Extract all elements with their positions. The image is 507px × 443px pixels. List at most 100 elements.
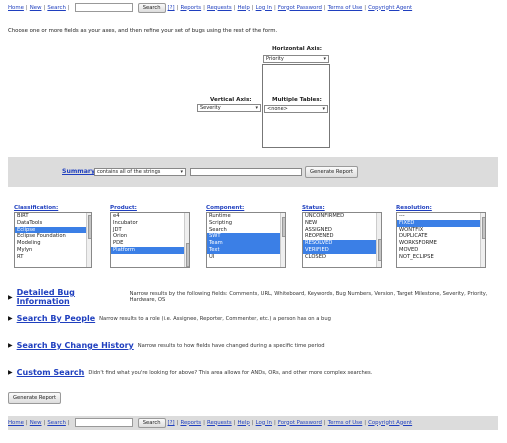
column-header-status[interactable]: Status: <box>302 205 325 211</box>
list-option[interactable]: JDT <box>111 227 186 234</box>
list-option[interactable]: WORKSFORME <box>397 240 482 247</box>
column-header-resolution[interactable]: Resolution: <box>396 205 432 211</box>
list-option[interactable]: Eclipse Foundation <box>15 233 88 240</box>
quick-search-input[interactable] <box>74 418 133 427</box>
list-option[interactable]: FIXED <box>397 219 482 227</box>
classification-listbox[interactable]: BIRT DataTools Eclipse Eclipse Foundation Mo… <box>14 212 92 268</box>
section-title[interactable]: Custom Search <box>17 368 85 377</box>
list-option[interactable]: e4 <box>111 213 186 220</box>
nav-home-link[interactable]: Home <box>8 420 24 426</box>
list-option[interactable]: MOVED <box>397 247 482 254</box>
nav-search-link[interactable]: Search <box>47 420 66 426</box>
listbox-scrollbar[interactable] <box>376 213 381 267</box>
list-option[interactable]: Runtime <box>207 213 282 220</box>
quick-search-button[interactable]: Search <box>137 2 166 13</box>
list-option[interactable]: WONTFIX <box>397 227 482 234</box>
nav-search-link[interactable]: Search <box>47 5 66 11</box>
scrollbar-thumb[interactable] <box>481 217 485 239</box>
list-option[interactable]: ASSIGNED <box>303 227 378 234</box>
multiple-tables-label: Multiple Tables: <box>272 97 322 103</box>
list-option[interactable]: NOT_ECLIPSE <box>397 254 482 261</box>
list-option[interactable]: DUPLICATE <box>397 233 482 240</box>
section-custom-search[interactable]: ▶ Custom Search Didn't find what you're … <box>8 368 372 377</box>
scrollbar-thumb[interactable] <box>185 243 189 267</box>
listbox-scrollbar[interactable] <box>280 213 285 267</box>
nav-help-link[interactable]: Help <box>238 5 250 11</box>
nav-copyright-link[interactable]: Copyright Agent <box>368 5 412 11</box>
list-option[interactable]: Orion <box>111 233 186 240</box>
list-option[interactable]: UNCONFIRMED <box>303 213 378 220</box>
nav-forgot-password-link[interactable]: Forgot Password <box>278 420 322 426</box>
nav-help-link[interactable]: Help <box>238 420 250 426</box>
product-listbox[interactable]: e4 Incubator JDT Orion PDE Platform <box>110 212 190 268</box>
quick-search-input[interactable] <box>74 3 133 12</box>
scrollbar-thumb[interactable] <box>281 217 285 237</box>
nav-new-link[interactable]: New <box>30 420 42 426</box>
listbox-scrollbar[interactable] <box>184 213 189 267</box>
intro-text: Choose one or more fields as your axes, … <box>8 28 278 34</box>
summary-operator-select[interactable]: contains all of the strings ▾ <box>94 168 186 176</box>
list-option[interactable]: NEW <box>303 220 378 227</box>
section-title[interactable]: Detailed Bug Information <box>17 288 126 306</box>
list-option[interactable]: VERIFIED <box>303 246 378 254</box>
list-option[interactable]: Team <box>207 240 282 247</box>
nav-requests-link[interactable]: Requests <box>207 420 232 426</box>
section-search-by-people[interactable]: ▶ Search By People Narrow results to a r… <box>8 314 331 323</box>
nav-requests-link[interactable]: Requests <box>207 5 232 11</box>
nav-separator: | <box>364 419 367 426</box>
list-option[interactable]: DataTools <box>15 220 88 227</box>
nav-reports-link[interactable]: Reports <box>180 5 201 11</box>
nav-new-link[interactable]: New <box>30 5 42 11</box>
nav-separator: | <box>364 4 367 11</box>
column-header-classification[interactable]: Classification: <box>14 205 58 211</box>
summary-generate-report-button[interactable]: Generate Report <box>305 166 359 178</box>
list-option[interactable]: Modeling <box>15 240 88 247</box>
list-option[interactable]: RT <box>15 254 88 261</box>
resolution-listbox[interactable]: --- FIXED WONTFIX DUPLICATE WORKSFORME MOVED N… <box>396 212 486 268</box>
column-header-component[interactable]: Component: <box>206 205 244 211</box>
vertical-axis-select[interactable]: Severity ▾ <box>197 104 261 112</box>
multiple-tables-select[interactable]: <none> ▾ <box>264 105 328 113</box>
section-title[interactable]: Search By Change History <box>17 341 134 350</box>
list-option[interactable]: Search <box>207 227 282 234</box>
section-detailed-bug-information[interactable]: ▶ Detailed Bug Information Narrow result… <box>8 288 507 306</box>
list-option[interactable]: Platform <box>111 246 186 254</box>
nav-home-link[interactable]: Home <box>8 5 24 11</box>
scrollbar-thumb[interactable] <box>377 239 381 261</box>
component-listbox[interactable]: Runtime Scripting Search SWT Team Text UI <box>206 212 286 268</box>
list-option[interactable]: SWT <box>207 233 282 241</box>
scrollbar-thumb[interactable] <box>87 215 91 239</box>
list-option[interactable]: Incubator <box>111 220 186 227</box>
list-option[interactable]: --- <box>397 213 482 220</box>
nav-reports-link[interactable]: Reports <box>180 420 201 426</box>
list-option[interactable]: RESOLVED <box>303 240 378 247</box>
nav-terms-link[interactable]: Terms of Use <box>328 5 363 11</box>
nav-login-link[interactable]: Log In <box>256 5 272 11</box>
list-option[interactable]: Mylyn <box>15 247 88 254</box>
horizontal-axis-select[interactable]: Priority ▾ <box>263 55 329 63</box>
list-option[interactable]: CLOSED <box>303 254 378 261</box>
quick-search-button[interactable]: Search <box>137 417 166 428</box>
generate-report-button[interactable]: Generate Report <box>8 392 62 404</box>
section-title[interactable]: Search By People <box>17 314 96 323</box>
nav-copyright-link[interactable]: Copyright Agent <box>368 420 412 426</box>
section-search-by-change-history[interactable]: ▶ Search By Change History Narrow result… <box>8 341 325 350</box>
summary-input[interactable] <box>190 168 302 176</box>
search-help-link[interactable]: [?] <box>168 5 175 11</box>
list-option[interactable]: Text <box>207 246 282 254</box>
list-option[interactable]: PDE <box>111 240 186 247</box>
listbox-scrollbar[interactable] <box>480 213 485 267</box>
search-help-link[interactable]: [?] <box>168 420 175 426</box>
list-option[interactable]: UI <box>207 254 282 261</box>
list-option[interactable]: REOPENED <box>303 233 378 240</box>
listbox-scrollbar[interactable] <box>86 213 91 267</box>
list-option[interactable]: BIRT <box>15 213 88 220</box>
summary-label[interactable]: Summary: <box>62 168 98 175</box>
list-option[interactable]: Scripting <box>207 220 282 227</box>
list-option[interactable]: Eclipse <box>15 226 88 234</box>
nav-login-link[interactable]: Log In <box>256 420 272 426</box>
nav-terms-link[interactable]: Terms of Use <box>328 420 363 426</box>
nav-forgot-password-link[interactable]: Forgot Password <box>278 5 322 11</box>
status-listbox[interactable]: UNCONFIRMED NEW ASSIGNED REOPENED RESOLVED VE… <box>302 212 382 268</box>
column-header-product[interactable]: Product: <box>110 205 137 211</box>
